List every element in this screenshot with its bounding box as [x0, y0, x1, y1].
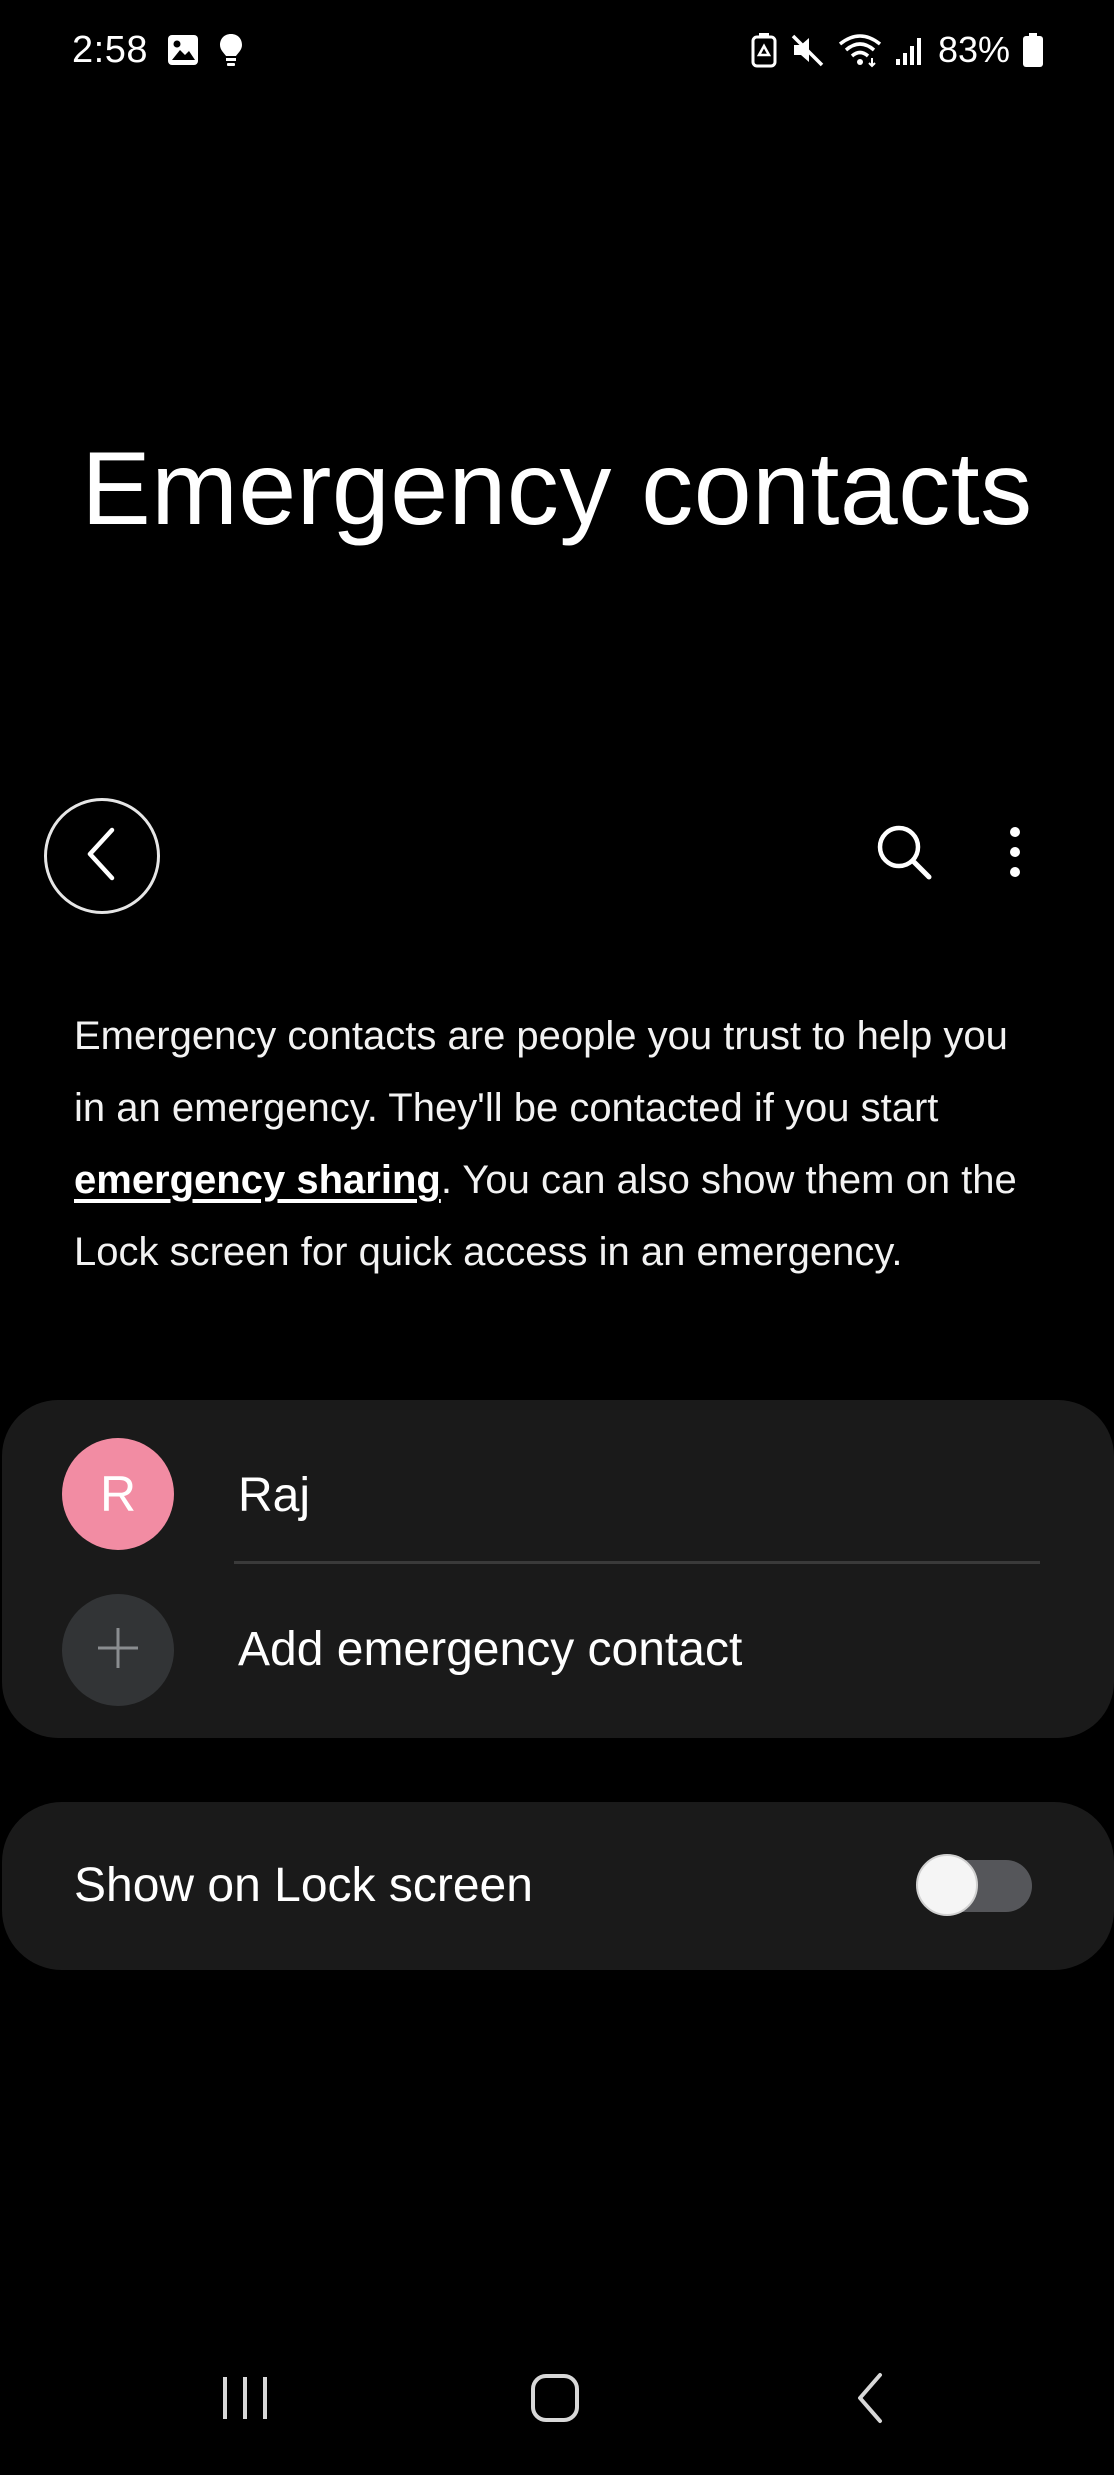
- signal-icon: [894, 33, 926, 67]
- status-bar: 2:58 83%: [0, 18, 1114, 82]
- toggle-thumb: [916, 1854, 978, 1916]
- navigation-bar: [0, 2350, 1114, 2450]
- contact-name: Raj: [238, 1469, 311, 1522]
- description-part1: Emergency contacts are people you trust …: [74, 1014, 1008, 1130]
- show-on-lock-screen-toggle[interactable]: [916, 1854, 1032, 1916]
- more-options-icon: [1008, 826, 1022, 883]
- status-left: 2:58: [72, 18, 244, 82]
- add-icon-circle: [62, 1594, 174, 1706]
- add-emergency-contact-label: Add emergency contact: [238, 1623, 743, 1676]
- search-button[interactable]: [872, 822, 936, 886]
- emergency-sharing-link[interactable]: emergency sharing: [74, 1158, 441, 1202]
- description-text: Emergency contacts are people you trust …: [74, 1000, 1034, 1288]
- battery-saver-icon: [750, 32, 778, 68]
- back-nav-icon: [852, 2371, 888, 2430]
- page-title: Emergency contacts: [81, 431, 1033, 547]
- back-nav-button[interactable]: [840, 2370, 900, 2430]
- home-icon: [529, 2372, 581, 2429]
- emergency-contacts-screen: 2:58 83% Emergency contacts Emergency co…: [0, 0, 1114, 2475]
- contact-item[interactable]: R Raj: [2, 1424, 1114, 1564]
- avatar: R: [62, 1438, 174, 1550]
- avatar-initial: R: [99, 1466, 137, 1522]
- back-button[interactable]: [44, 798, 160, 914]
- add-emergency-contact-button[interactable]: Add emergency contact: [2, 1594, 1114, 1734]
- show-on-lock-screen-label: Show on Lock screen: [74, 1859, 533, 1912]
- back-icon: [82, 826, 122, 887]
- plus-icon: [95, 1625, 141, 1676]
- search-icon: [875, 823, 933, 886]
- gallery-icon: [166, 33, 200, 67]
- mute-icon: [790, 32, 826, 68]
- status-time: 2:58: [72, 28, 148, 71]
- show-on-lock-screen-row[interactable]: Show on Lock screen: [2, 1802, 1114, 1970]
- row-divider: [234, 1561, 1040, 1564]
- lightbulb-icon: [218, 32, 244, 68]
- more-options-button[interactable]: [990, 822, 1040, 886]
- battery-percentage: 83%: [937, 29, 1010, 70]
- battery-icon: [1022, 32, 1044, 68]
- status-right: 83%: [750, 18, 1044, 82]
- recents-button[interactable]: [210, 2370, 280, 2430]
- contacts-card: R Raj Add emergency contact: [2, 1400, 1114, 1738]
- home-button[interactable]: [522, 2370, 588, 2430]
- recents-icon: [219, 2373, 271, 2428]
- wifi-icon: [838, 32, 882, 68]
